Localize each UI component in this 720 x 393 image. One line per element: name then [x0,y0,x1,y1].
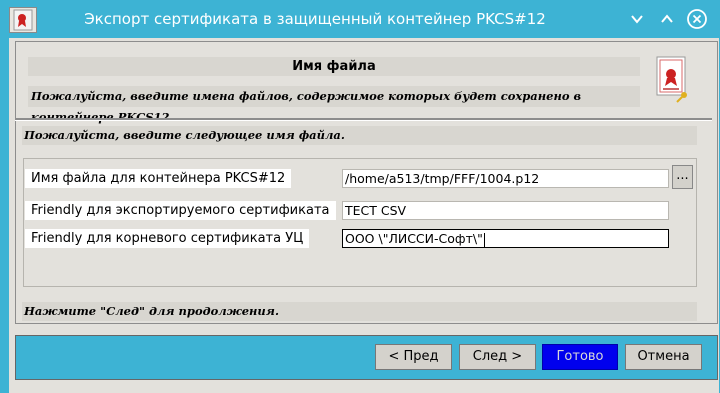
cancel-button[interactable]: Отмена [625,344,702,370]
separator [15,118,712,121]
export-cert-friendly-label: Friendly для экспортируемого сертификата [25,201,336,220]
root-cert-friendly-value: ООО \"ЛИССИ-Софт\" [345,231,483,246]
pkcs12-file-input[interactable]: /home/a513/tmp/FFF/1004.p12 [342,169,669,188]
title-bar[interactable]: Экспорт сертификата в защищенный контейн… [0,0,720,38]
dialog-window: Экспорт сертификата в защищенный контейн… [0,0,720,393]
browse-button[interactable]: ... [672,165,693,189]
continue-hint: Нажмите "След" для продолжения. [22,302,697,321]
page-subtitle: Пожалуйста, введите имена файлов, содерж… [28,86,640,124]
finish-button[interactable]: Готово [542,344,618,370]
button-bar: < Пред След > Готово Отмена [15,335,718,380]
text-cursor [483,232,485,247]
dialog-client-area: Имя файла Пожалуйста, введите имена файл… [9,38,719,393]
window-title: Экспорт сертификата в защищенный контейн… [84,10,546,28]
next-button[interactable]: След > [459,344,536,370]
export-cert-friendly-input[interactable]: ТЕСТ CSV [342,201,669,220]
minimize-icon[interactable] [626,8,648,30]
back-button[interactable]: < Пред [375,344,452,370]
certificate-seal-icon [655,55,691,103]
pkcs12-file-label: Имя файла для контейнера PKCS#12 [25,169,292,188]
instruction-label: Пожалуйста, введите следующее имя файла. [22,126,697,145]
close-icon[interactable] [686,8,708,30]
root-cert-friendly-label: Friendly для корневого сертификата УЦ [25,229,310,248]
page-title: Имя файла [28,57,640,76]
app-certificate-icon[interactable] [9,7,37,33]
root-cert-friendly-input[interactable]: ООО \"ЛИССИ-Софт\" [342,229,669,248]
maximize-icon[interactable] [656,8,678,30]
